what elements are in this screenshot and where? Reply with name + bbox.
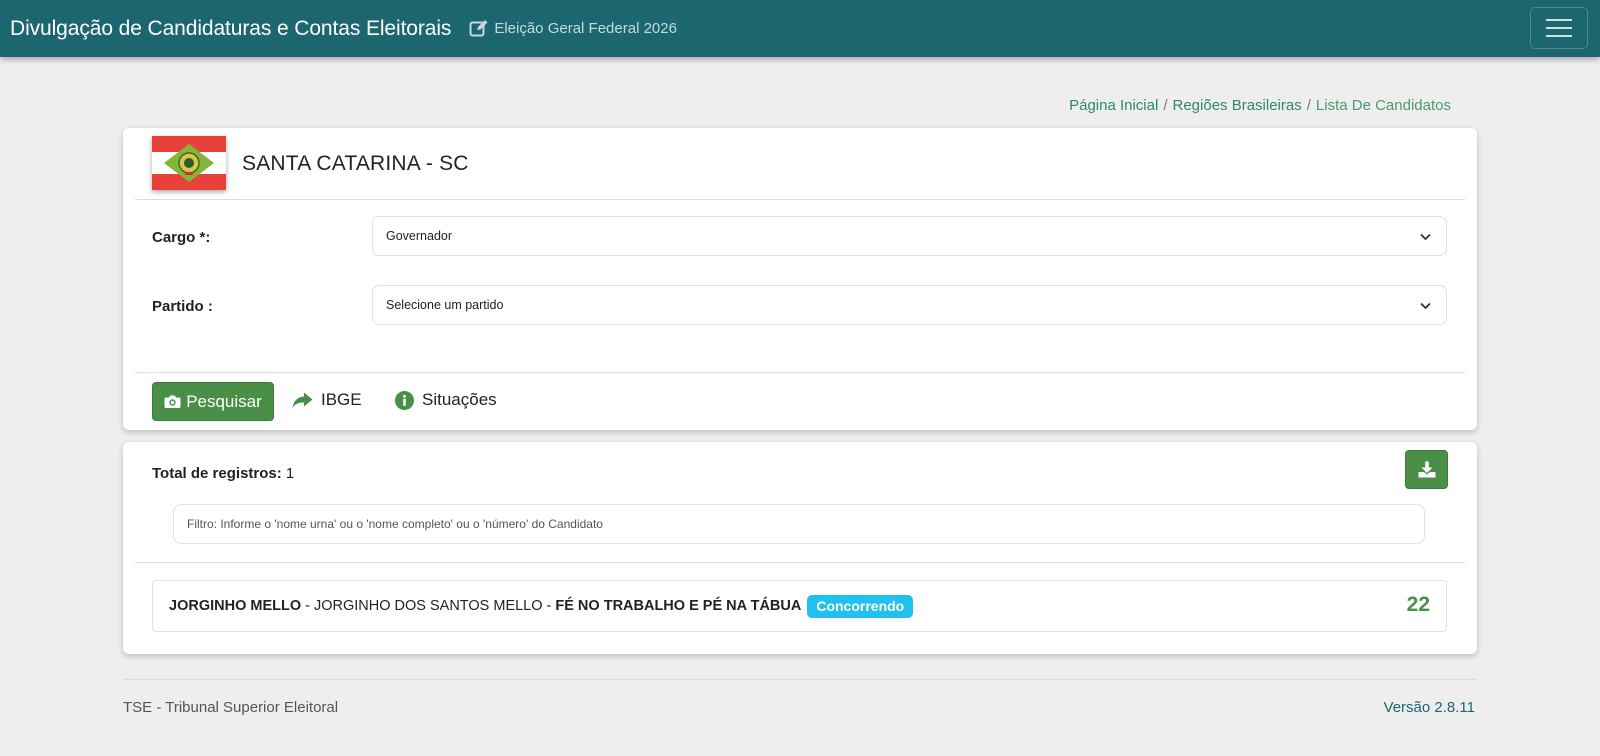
breadcrumb-home[interactable]: Página Inicial: [1069, 97, 1158, 114]
results-card: Total de registros: 1 JORGINHO MELLO - J…: [123, 442, 1477, 654]
top-navbar: Divulgação de Candidaturas e Contas Elei…: [0, 0, 1600, 57]
total-label: Total de registros:: [152, 465, 282, 482]
partido-label: Partido :: [152, 298, 213, 315]
camera-icon: [164, 395, 181, 408]
divider: [135, 562, 1465, 563]
breadcrumb-current: Lista De Candidatos: [1315, 97, 1451, 114]
download-button[interactable]: [1405, 450, 1448, 489]
situacoes-link[interactable]: Situações: [395, 390, 497, 410]
cargo-select-value: Governador: [386, 229, 453, 243]
menu-toggle-button[interactable]: [1530, 7, 1588, 49]
state-flag: [152, 136, 226, 190]
brand-title[interactable]: Divulgação de Candidaturas e Contas Elei…: [10, 17, 451, 41]
share-arrow-icon: [292, 392, 313, 408]
footer-divider: [123, 679, 1477, 680]
state-header: SANTA CATARINA - SC: [123, 128, 1477, 200]
breadcrumb-separator: /: [1306, 97, 1311, 114]
footer-version: Versão 2.8.11: [1383, 699, 1475, 716]
breadcrumb-regions[interactable]: Regiões Brasileiras: [1173, 97, 1302, 114]
candidate-filter-input[interactable]: [173, 504, 1425, 544]
chevron-down-icon: [1420, 302, 1431, 310]
hamburger-icon: [1546, 19, 1572, 21]
candidate-row[interactable]: JORGINHO MELLO - JORGINHO DOS SANTOS MEL…: [152, 580, 1447, 632]
search-button-label: Pesquisar: [186, 391, 262, 411]
candidate-coalition: FÉ NO TRABALHO E PÉ NA TÁBUA: [555, 598, 802, 614]
status-badge: Concorrendo: [807, 594, 914, 618]
info-circle-icon: [395, 390, 414, 410]
candidate-ballot-name: JORGINHO MELLO: [169, 598, 302, 614]
cargo-label: Cargo *:: [152, 229, 211, 246]
edit-icon: [469, 20, 488, 37]
divider: [135, 199, 1465, 200]
footer-org: TSE - Tribunal Superior Eleitoral: [123, 699, 339, 716]
ibge-link[interactable]: IBGE: [292, 390, 362, 410]
breadcrumb: Página Inicial / Regiões Brasileiras / Lista…: [1069, 97, 1451, 114]
chevron-down-icon: [1420, 233, 1431, 241]
cargo-select[interactable]: Governador: [372, 216, 1447, 256]
ibge-label: IBGE: [321, 390, 362, 409]
divider: [135, 372, 1465, 373]
search-button[interactable]: Pesquisar: [152, 382, 274, 421]
partido-select[interactable]: Selecione um partido: [372, 285, 1447, 325]
filter-card: SANTA CATARINA - SC Cargo *: Governador …: [123, 128, 1477, 430]
partido-select-value: Selecione um partido: [386, 298, 504, 312]
download-icon: [1418, 461, 1435, 478]
breadcrumb-separator: /: [1163, 97, 1168, 114]
state-title: SANTA CATARINA - SC: [242, 152, 469, 175]
total-records: Total de registros: 1: [152, 465, 294, 482]
total-value: 1: [285, 465, 295, 482]
candidate-full-name: JORGINHO DOS SANTOS MELLO: [313, 598, 543, 614]
election-name: Eleição Geral Federal 2026: [494, 20, 677, 37]
situacoes-label: Situações: [422, 390, 497, 409]
candidate-number: 22: [1406, 593, 1430, 616]
election-label: Eleição Geral Federal 2026: [469, 19, 677, 38]
